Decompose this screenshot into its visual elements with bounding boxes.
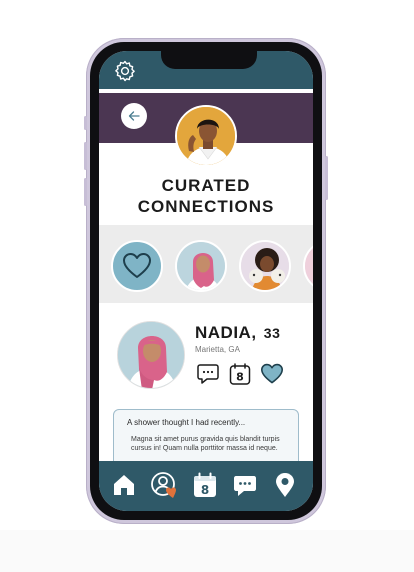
messages-icon [234, 476, 256, 496]
tab-bar: 8 [99, 461, 313, 511]
like-button[interactable] [259, 361, 285, 387]
favorites-button[interactable] [111, 240, 163, 292]
tab-calendar[interactable]: 8 [190, 470, 220, 500]
prompt-title: A shower thought I had recently... [127, 418, 246, 427]
matches-carousel[interactable] [99, 225, 313, 303]
mute-switch [84, 116, 87, 130]
page-title-line-2: CONNECTIONS [137, 197, 275, 216]
profile-photo-image [118, 322, 184, 388]
profile-name-row: NADIA, 33 [195, 323, 280, 343]
schedule-date-button[interactable]: 8 [227, 361, 253, 387]
gear-icon [115, 60, 135, 82]
phone-bezel: CURATED CONNECTIONS NADIA, 33 Marietta, … [90, 42, 322, 520]
profile-age: 33 [263, 325, 281, 341]
location-icon [276, 473, 294, 497]
tab-calendar-day: 8 [201, 483, 209, 497]
phone-frame: CURATED CONNECTIONS NADIA, 33 Marietta, … [84, 38, 328, 524]
arrow-left-icon [128, 111, 140, 121]
page-title: CURATED CONNECTIONS [99, 175, 313, 217]
profile-name: NADIA, [195, 323, 257, 342]
page-title-line-1: CURATED [161, 176, 251, 195]
prompt-answer: Magna sit amet purus gravida quis blandi… [131, 436, 280, 452]
profile-card[interactable]: NADIA, 33 Marietta, GA 8 [99, 303, 313, 407]
match-avatar[interactable] [175, 240, 227, 292]
power-button [325, 156, 328, 200]
match-avatar[interactable] [303, 240, 313, 292]
home-icon [114, 475, 134, 495]
user-photo [177, 107, 235, 165]
heart-icon [123, 253, 151, 278]
calendar-icon: 8 [229, 363, 251, 385]
volume-up-button [84, 142, 87, 170]
app-screen: CURATED CONNECTIONS NADIA, 33 Marietta, … [99, 51, 313, 511]
match-photo [305, 242, 313, 290]
match-avatar[interactable] [239, 240, 291, 292]
calendar-day: 8 [236, 371, 244, 384]
profile-location: Marietta, GA [195, 345, 240, 354]
tab-home[interactable] [109, 470, 139, 500]
match-photo [177, 242, 225, 290]
back-button[interactable] [121, 103, 147, 129]
tab-profile[interactable] [149, 470, 179, 500]
calendar-icon: 8 [194, 472, 216, 497]
settings-button[interactable] [111, 57, 139, 85]
profile-icon [151, 472, 176, 498]
heart-icon [261, 363, 283, 384]
user-avatar[interactable] [175, 105, 237, 167]
profile-photo[interactable] [117, 321, 185, 389]
tab-messages[interactable] [230, 470, 260, 500]
page-bottom-strip [0, 530, 414, 572]
camera-notch [161, 51, 257, 69]
match-photo [241, 242, 289, 290]
chat-icon [197, 364, 219, 384]
tab-location[interactable] [270, 470, 300, 500]
volume-down-button [84, 178, 87, 206]
message-button[interactable] [195, 361, 221, 387]
